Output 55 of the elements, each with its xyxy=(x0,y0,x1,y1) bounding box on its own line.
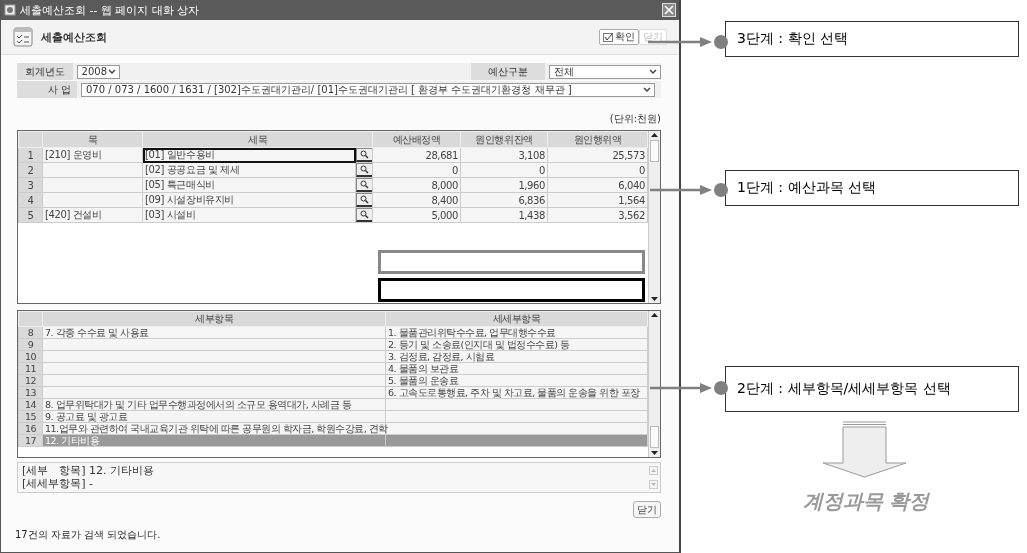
row-number-header xyxy=(18,131,43,148)
year-select[interactable]: 2008 xyxy=(76,64,121,79)
table-row[interactable]: 11 4. 물품의 보관료 xyxy=(18,362,648,375)
checkmark-icon xyxy=(603,32,613,42)
close-icon[interactable] xyxy=(662,3,676,17)
field-label: 회계년도 xyxy=(17,63,73,80)
table-row[interactable]: 9 2. 등기 및 소송료(인지대 및 법정수수료) 등 xyxy=(18,338,648,351)
search-button[interactable] xyxy=(356,208,373,222)
dropdown-icon xyxy=(642,84,652,95)
scrollbar[interactable] xyxy=(648,311,660,457)
detail-line: [세세부항목] - xyxy=(22,477,95,490)
search-button[interactable] xyxy=(356,163,373,177)
status-text: 17건의 자료가 검색 되었습니다. xyxy=(15,528,162,542)
result-text: 계정과목 확정 xyxy=(801,488,931,515)
dropdown-icon xyxy=(107,66,118,77)
dropdown-icon xyxy=(648,66,658,77)
scrollbar[interactable] xyxy=(648,131,660,303)
search-button[interactable] xyxy=(356,193,373,207)
table-row[interactable]: 10 3. 검정료, 감정료, 시험료 xyxy=(18,350,648,363)
table-row[interactable]: 17 12. 기타비용 xyxy=(18,434,648,447)
window-title: 세출예산조회 -- 웹 페이지 대화 상자 xyxy=(20,2,200,18)
table-row[interactable]: 13 6. 고속도로통행료, 주차 및 차고료, 물품의 운송을 위한 포장 xyxy=(18,386,648,399)
scroll-thumb[interactable] xyxy=(650,426,659,448)
unit-label: (단위:천원) xyxy=(608,112,661,126)
column-header: 원인행위액 xyxy=(547,131,648,148)
budget-type-select[interactable]: 전체 xyxy=(549,64,661,79)
column-header: 예산배정액 xyxy=(372,131,461,148)
close-button[interactable]: 닫기 xyxy=(633,501,661,518)
search-button[interactable] xyxy=(356,148,373,162)
field-label: 예산구분 xyxy=(471,63,546,80)
scroll-up-icon[interactable] xyxy=(650,311,659,320)
confirm-button[interactable]: 확인 xyxy=(599,29,639,45)
table-row[interactable]: 14 8. 업무위탁대가 및 기타 업무수행과정에서의 소규모 용역대가, 사례금 등 xyxy=(18,398,648,411)
column-header: 원인행위잔액 xyxy=(460,131,548,148)
field-label: 사 업 xyxy=(17,81,77,98)
project-select[interactable]: 070 / 073 / 1600 / 1631 / [302]수도권대기관리/ [01]수도권대기관리 [ 환경부 수도권대기환경청 재무관 ] xyxy=(81,82,655,97)
search-button[interactable] xyxy=(356,178,373,192)
callout-label: 2단계 : 세부항목/세세부항목 선택 xyxy=(725,366,1019,412)
checklist-icon xyxy=(13,27,33,47)
table-row[interactable]: 12 5. 물품의 운송료 xyxy=(18,374,648,387)
detail-line: [세부 항목] 12. 기타비용 xyxy=(22,464,156,477)
scroll-down-icon[interactable] xyxy=(650,294,659,303)
column-header: 세세부항목 xyxy=(385,311,648,327)
page-title: 세출예산조회 xyxy=(41,29,107,45)
row-number-header xyxy=(18,311,43,327)
callout-label: 3단계 : 확인 선택 xyxy=(725,21,1019,57)
column-header: 세부항목 xyxy=(42,311,386,327)
scroll-thumb[interactable] xyxy=(650,140,659,162)
callout-label: 1단계 : 예산과목 선택 xyxy=(725,170,1019,206)
column-header: 목 xyxy=(42,131,143,148)
table-row[interactable]: 8 7. 각종 수수료 및 사용료 1. 물품관리위탁수수료, 업무대행수수료 xyxy=(18,326,648,339)
column-header: 세목 xyxy=(142,131,373,148)
table-row[interactable]: 16 11.업무와 관련하여 국내교육기관 위탁에 따른 공무원의 학자금, 학원수강료, 견학 xyxy=(18,422,648,435)
page-icon xyxy=(4,4,16,16)
table-row[interactable]: 15 9. 공고료 및 광고료 xyxy=(18,410,648,423)
